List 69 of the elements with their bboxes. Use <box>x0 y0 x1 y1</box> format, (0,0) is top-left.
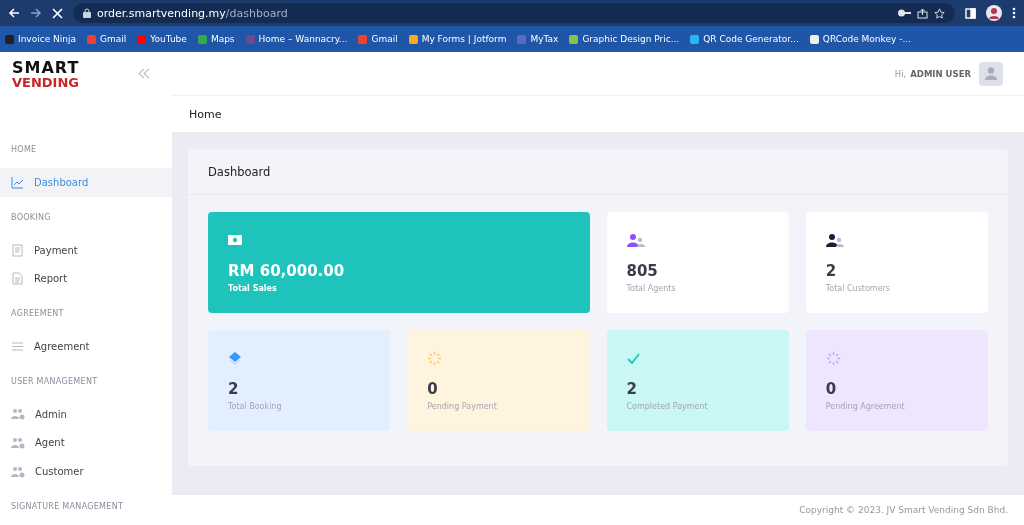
bookmark[interactable]: Home – Wannacry... <box>245 34 348 44</box>
spinner-icon <box>825 350 841 366</box>
panel-title: Dashboard <box>208 164 271 179</box>
bookmark[interactable]: Invoice Ninja <box>5 34 76 44</box>
check-icon <box>626 352 640 364</box>
document-icon <box>11 272 24 286</box>
url-host: order.smartvending.my <box>97 6 226 20</box>
bookmark[interactable]: MyTax <box>517 34 559 44</box>
chart-icon <box>11 176 24 189</box>
breadcrumb: Home <box>189 107 222 121</box>
users-icon <box>11 408 25 421</box>
key-icon[interactable] <box>898 9 911 17</box>
users-icon <box>626 233 645 247</box>
stat-value: 2 <box>825 262 837 280</box>
sidebar-item[interactable]: Admin <box>0 399 172 429</box>
bookmark[interactable]: Maps <box>197 34 235 44</box>
section-title: AGREEMENT <box>10 308 65 321</box>
bookmark[interactable]: QR Code Generator... <box>690 34 799 44</box>
side-panel-icon[interactable] <box>965 7 976 19</box>
stat-label: Pending Payment <box>427 402 497 411</box>
section-title: BOOKING <box>10 211 52 224</box>
bookmark[interactable]: Gmail <box>358 34 398 44</box>
lock-icon <box>83 8 91 18</box>
sidebar-item[interactable]: Report <box>0 264 172 294</box>
stop-icon[interactable] <box>52 7 63 19</box>
url-path: /dashboard <box>225 6 288 20</box>
menu-lines-icon <box>11 340 24 353</box>
share-icon[interactable] <box>917 7 928 19</box>
stat-value: 2 <box>626 380 637 398</box>
stat-value: 0 <box>427 380 438 398</box>
back-icon[interactable] <box>8 7 20 19</box>
user-name: ADMIN USER <box>910 68 971 79</box>
address-bar[interactable]: order.smartvending.my/dashboard <box>73 3 955 23</box>
users-icon <box>825 233 844 247</box>
section-title: HOME <box>10 144 38 157</box>
bookmark[interactable]: QRCode Monkey -... <box>809 34 911 44</box>
users-icon <box>11 465 25 478</box>
bookmark[interactable]: My Forms | Jotform <box>408 34 507 44</box>
star-icon[interactable] <box>934 7 945 19</box>
profile-avatar[interactable] <box>986 5 1002 21</box>
sidebar-item[interactable]: Customer <box>0 457 172 487</box>
stat-value: 2 <box>228 380 239 398</box>
layers-icon <box>228 351 242 365</box>
greeting: Hi, <box>894 68 907 79</box>
stat-label: Completed Payment <box>626 402 708 411</box>
stat-label: Total Booking <box>228 402 282 411</box>
receipt-icon <box>11 243 24 257</box>
sidebar-item[interactable]: Payment <box>0 235 172 265</box>
sidebar-item[interactable]: Agent <box>0 428 172 458</box>
stat-value: 805 <box>626 262 658 280</box>
bookmark[interactable]: YouTube <box>137 34 187 44</box>
menu-icon[interactable] <box>1012 7 1016 19</box>
section-title: SIGNATURE MANAGEMENT <box>10 501 125 514</box>
copyright-text: Copyright © 2023. JV Smart Vending Sdn Bhd. <box>799 505 1008 515</box>
stat-value: RM 60,000.00 <box>228 262 345 280</box>
bookmark[interactable]: Graphic Design Pric... <box>569 34 680 44</box>
sidebar-item[interactable]: Agreement <box>0 332 172 361</box>
stat-label: Total Agents <box>626 284 676 293</box>
section-title: USER MANAGEMENT <box>10 375 99 388</box>
bookmark[interactable]: Gmail <box>87 34 127 44</box>
spinner-icon <box>427 350 443 366</box>
forward-icon[interactable] <box>30 7 42 19</box>
logo: SMART VENDING <box>12 60 80 90</box>
stat-value: 0 <box>825 380 837 398</box>
stat-label: Total Sales <box>228 284 277 293</box>
stat-label: Total Customers <box>825 284 890 293</box>
users-icon <box>11 436 25 449</box>
stat-label: Pending Agreement <box>825 402 905 411</box>
cash-icon <box>228 235 242 245</box>
